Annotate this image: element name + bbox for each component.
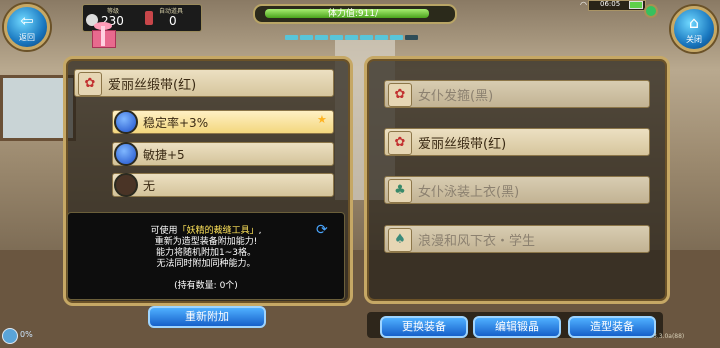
skirt-icon: ♠	[388, 228, 412, 252]
equip-item-2[interactable]: ✿ 爱丽丝缎带(红)	[384, 128, 650, 156]
progress-circle-icon	[2, 328, 18, 344]
attr-orb-icon	[114, 110, 138, 134]
star-icon: ★	[317, 113, 327, 126]
home-icon: ⌂	[688, 13, 700, 32]
description-box: 可使用「妖精的裁缝工具」, 重新为造型装备附加能力! 能力将随机附加1~3格。 …	[67, 212, 345, 300]
gift-box-icon[interactable]	[88, 20, 118, 48]
selected-item-slot[interactable]: ✿ 爱丽丝缎带(红)	[74, 69, 334, 97]
close-button[interactable]: ⌂ 关闭	[671, 6, 717, 52]
equip-item-4[interactable]: ♠ 浪漫和风下衣・学生	[384, 225, 650, 253]
attr-slot-1[interactable]: 稳定率+3% ★	[112, 110, 334, 134]
ribbon-icon: ✿	[78, 72, 102, 96]
attr-orb-icon	[114, 142, 138, 166]
version-text: 3.3.0a(88)	[653, 333, 685, 340]
ribbon-icon: ✿	[388, 131, 412, 155]
empty-orb-icon	[114, 173, 138, 197]
clock-time: 06:05	[600, 0, 621, 8]
style-equip-button[interactable]: 造型装备	[568, 316, 656, 338]
connection-gem-icon	[644, 4, 658, 18]
attr-slot-3[interactable]: 无	[112, 173, 334, 197]
reattach-button[interactable]: 重新附加	[148, 306, 266, 328]
potion-icon	[145, 11, 153, 25]
equip-item-3[interactable]: ♣ 女仆泳装上衣(黑)	[384, 176, 650, 204]
wifi-icon: ◠	[580, 0, 587, 9]
refresh-icon[interactable]: ⟳	[316, 222, 332, 238]
back-arrow-icon: ⇦	[20, 11, 34, 30]
stamina-bar: 体力值:911/	[253, 4, 457, 40]
stamina-segments	[285, 25, 420, 44]
ribbon-icon: ✿	[388, 83, 412, 107]
battery-icon	[629, 1, 643, 9]
progress-percent: 0%	[20, 330, 33, 339]
back-button[interactable]: ⇦ 返回	[4, 4, 50, 50]
swap-equip-button[interactable]: 更换装备	[380, 316, 468, 338]
equip-item-1[interactable]: ✿ 女仆发箍(黑)	[384, 80, 650, 108]
shirt-icon: ♣	[388, 179, 412, 203]
attr-slot-2[interactable]: 敏捷+5	[112, 142, 334, 166]
edit-crystal-button[interactable]: 编辑锻晶	[473, 316, 561, 338]
